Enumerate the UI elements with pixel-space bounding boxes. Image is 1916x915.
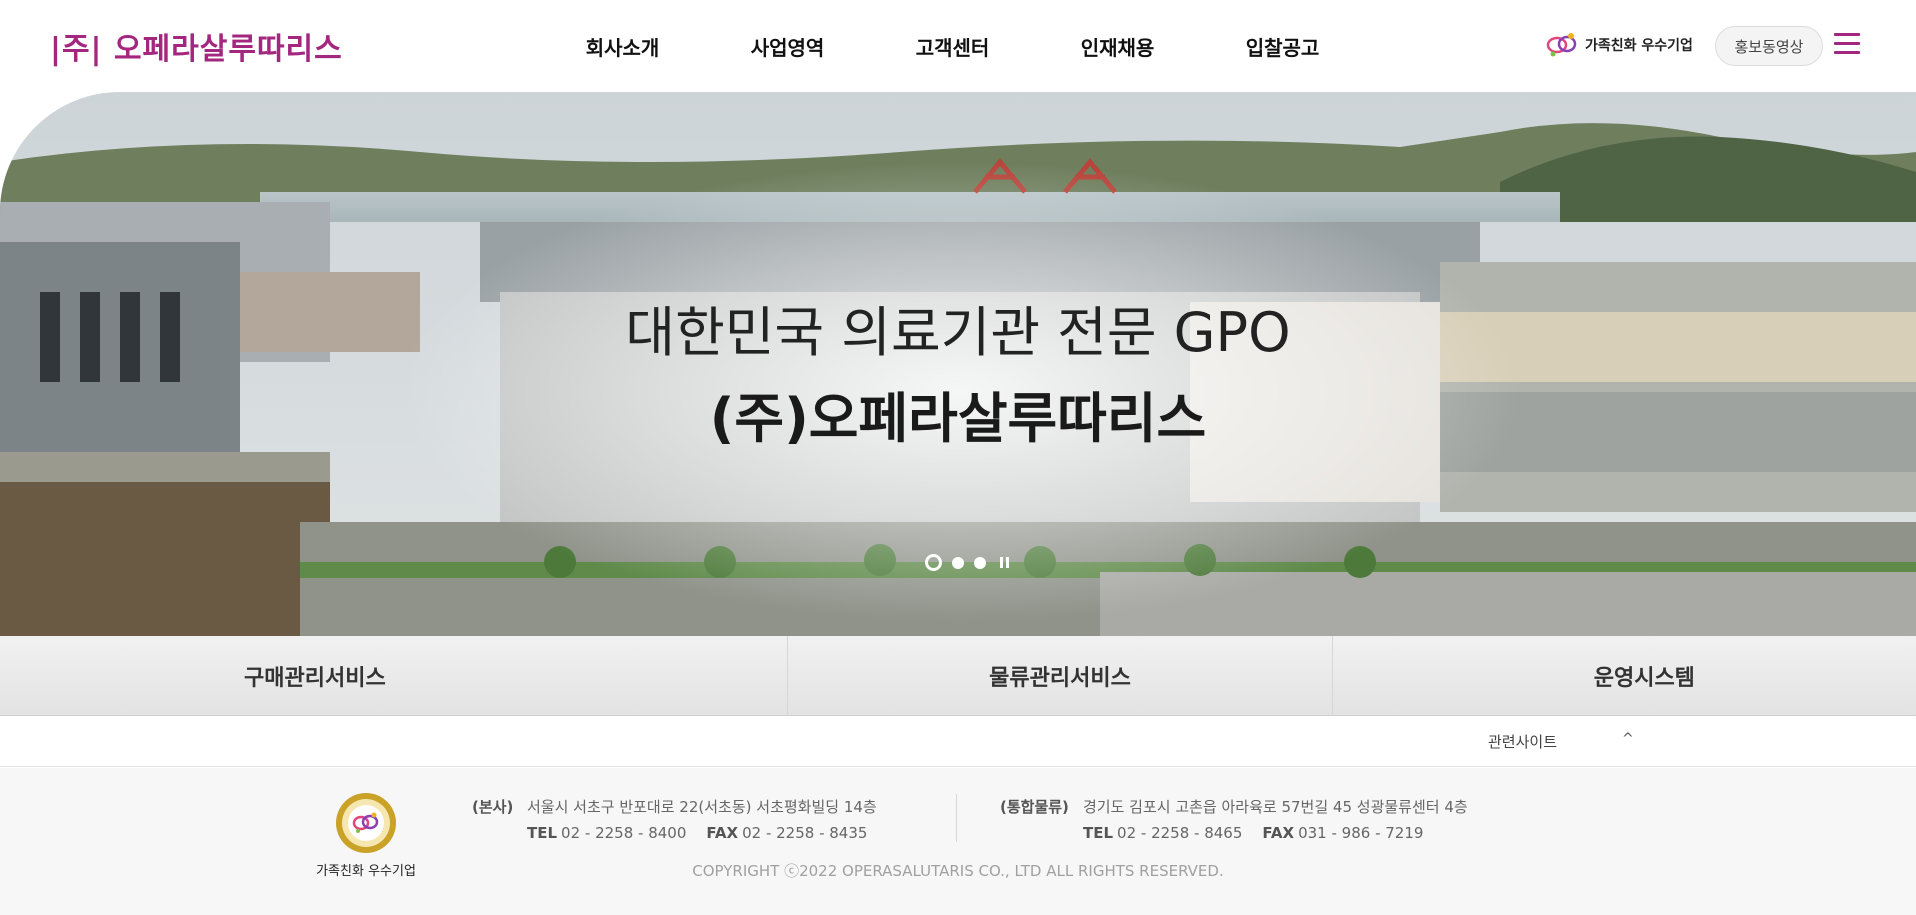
nav-customer-center[interactable]: 고객센터 [870, 32, 1035, 61]
hq-fax: 02 - 2258 - 8435 [742, 824, 868, 842]
slide-dot-1[interactable] [925, 554, 942, 571]
hero-title-line1: 대한민국 의료기관 전문 GPO [625, 301, 1291, 364]
nav-company-intro[interactable]: 회사소개 [540, 32, 705, 61]
logistics-address: 경기도 김포시 고촌읍 아라육로 57번길 45 성광물류센터 4층 [1083, 798, 1468, 816]
company-logo[interactable]: |주| 오페라살루따리스 [50, 24, 343, 68]
hq-info: (본사) 서울시 서초구 반포대로 22(서초동) 서초평화빌딩 14층 TEL… [472, 794, 877, 846]
logistics-tel: 02 - 2258 - 8465 [1117, 824, 1243, 842]
logistics-info: (통합물류) 경기도 김포시 고촌읍 아라육로 57번길 45 성광물류센터 4… [1000, 794, 1468, 846]
slider-pause-icon[interactable] [1000, 557, 1009, 568]
slide-dot-3[interactable] [974, 556, 986, 569]
slide-dot-2[interactable] [952, 556, 964, 569]
page: |주| 오페라살루따리스 회사소개 사업영역 고객센터 인재채용 입찰공고 가족… [0, 0, 1916, 915]
logistics-tel-label: TEL [1083, 824, 1114, 842]
service-purchase-management[interactable]: 구매관리서비스 [0, 636, 789, 715]
hamburger-menu-icon[interactable] [1834, 33, 1860, 55]
related-sites-row: 관련사이트 ^ [0, 717, 1916, 767]
service-operating-system[interactable]: 운영시스템 [1333, 636, 1916, 715]
family-friendly-emblem-icon [336, 793, 396, 853]
service-logistics-management[interactable]: 물류관리서비스 [788, 636, 1333, 715]
main-nav: 회사소개 사업영역 고객센터 인재채용 입찰공고 [540, 0, 1365, 92]
nav-business-area[interactable]: 사업영역 [705, 32, 870, 61]
service-bar: 구매관리서비스 물류관리서비스 운영시스템 [0, 636, 1916, 716]
site-footer: 가족친화 우수기업 (본사) 서울시 서초구 반포대로 22(서초동) 서초평화… [0, 768, 1916, 915]
family-friendly-label: 가족친화 우수기업 [1585, 38, 1693, 54]
hero-slider: 대한민국 의료기관 전문 GPO (주)오페라살루따리스 [0, 92, 1916, 636]
site-header: |주| 오페라살루따리스 회사소개 사업영역 고객센터 인재채용 입찰공고 가족… [0, 0, 1916, 92]
hq-fax-label: FAX [706, 824, 739, 842]
promo-video-button[interactable]: 홍보동영상 [1715, 26, 1823, 66]
hq-address: 서울시 서초구 반포대로 22(서초동) 서초평화빌딩 14층 [527, 798, 877, 816]
family-friendly-badge: 가족친화 우수기업 [1545, 30, 1693, 60]
hq-tel-label: TEL [527, 824, 558, 842]
chevron-up-icon[interactable]: ^ [1622, 731, 1634, 747]
footer-divider [956, 794, 957, 842]
hq-label: (본사) [472, 798, 514, 816]
related-sites-toggle[interactable]: 관련사이트 [1488, 731, 1557, 752]
nav-bid-notice[interactable]: 입찰공고 [1200, 32, 1365, 61]
logistics-label: (통합물류) [1000, 798, 1069, 816]
slider-pagination [925, 554, 1009, 571]
hq-tel: 02 - 2258 - 8400 [561, 824, 687, 842]
family-friendly-icon [1546, 33, 1577, 57]
copyright-text: COPYRIGHT ⓒ2022 OPERASALUTARIS CO., LTD … [692, 862, 1224, 880]
hero-title-line2: (주)오페라살루따리스 [709, 387, 1207, 450]
logistics-fax: 031 - 986 - 7219 [1298, 824, 1424, 842]
nav-recruitment[interactable]: 인재채용 [1035, 32, 1200, 61]
logistics-fax-label: FAX [1262, 824, 1295, 842]
